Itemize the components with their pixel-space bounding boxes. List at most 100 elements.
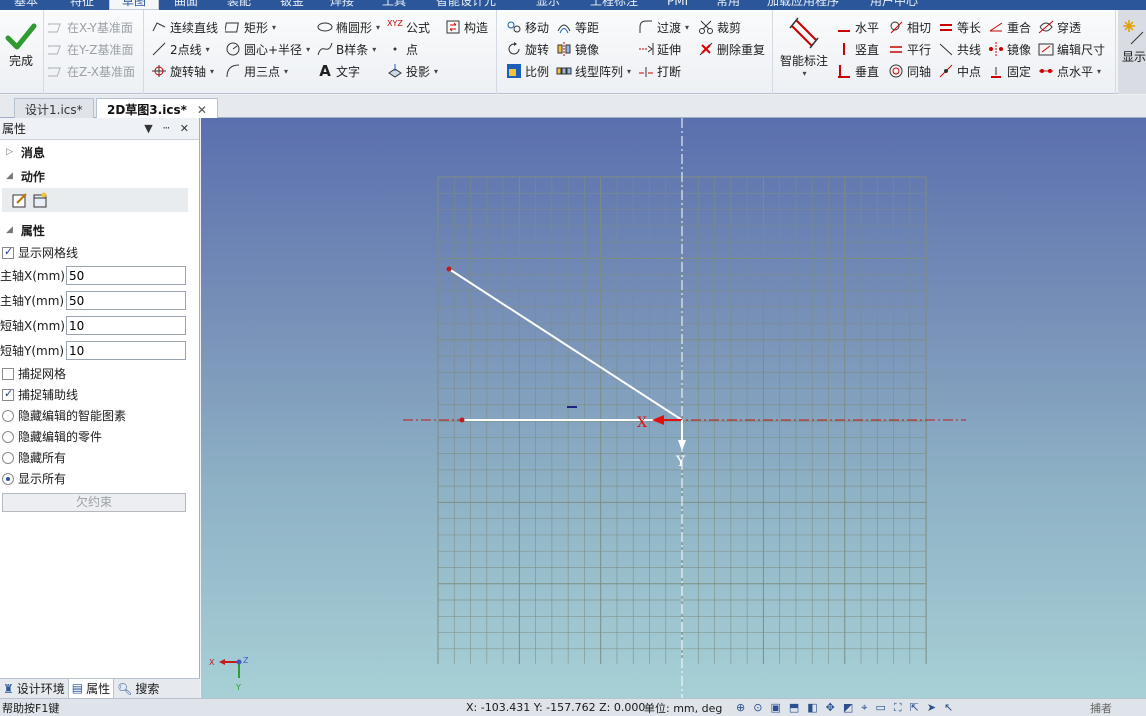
show-button[interactable]: 显示 — [1122, 18, 1146, 65]
scale-button[interactable]: 比例 — [506, 61, 549, 81]
checkbox-checked[interactable] — [2, 245, 14, 259]
radio-button[interactable] — [2, 430, 14, 443]
formula-button[interactable]: XYZ 公式 — [387, 17, 430, 37]
radio-button[interactable] — [2, 451, 14, 464]
edit-dimension-button[interactable]: 编辑尺寸 — [1038, 39, 1105, 59]
display-mode-icon[interactable]: ▭ — [875, 701, 885, 715]
render-mode-icon[interactable]: ◧ — [807, 701, 817, 715]
minor-y-input[interactable] — [66, 341, 186, 360]
shade-icon[interactable]: ◩ — [843, 701, 853, 715]
pierce-constraint-button[interactable]: 穿透 — [1038, 17, 1081, 37]
mirror-constraint-button[interactable]: 镜像 — [988, 39, 1031, 59]
select-icon[interactable]: ⇱ — [910, 701, 919, 715]
menu-tab-basic[interactable]: 基本 — [14, 0, 38, 10]
menu-tab-addins[interactable]: 加载应用程序 — [767, 0, 839, 10]
zoom-icon[interactable]: ⊕ — [736, 701, 745, 715]
sketch-endpoint[interactable] — [446, 266, 452, 272]
snap-pointer-icon[interactable]: ↖ — [944, 701, 953, 715]
fix-constraint-button[interactable]: 固定 — [988, 61, 1031, 81]
three-point-arc-button[interactable]: 用三点 ▾ — [225, 61, 288, 81]
smart-dimension-button[interactable]: 智能标注 ▾ — [780, 16, 828, 78]
rectangle-button[interactable]: 矩形 ▾ — [224, 17, 276, 37]
sketch-canvas[interactable]: X Y X Z Y — [201, 118, 1146, 698]
menu-tab-tools[interactable]: 工具 — [382, 0, 406, 10]
pan-icon[interactable]: ✥ — [826, 701, 835, 715]
sketch-line-diagonal[interactable] — [448, 268, 683, 421]
tab-search[interactable]: 🔍︎ 搜索 — [114, 679, 162, 699]
menu-tab-annotation[interactable]: 工程标注 — [590, 0, 638, 10]
datum-zx-button[interactable]: 在Z-X基准面 — [44, 61, 135, 81]
major-y-input[interactable] — [66, 291, 186, 310]
tab-design-environment[interactable]: ♜ 设计环境 — [0, 679, 68, 699]
snap-aux-line-checkbox[interactable]: 捕捉辅助线 — [0, 384, 199, 405]
polyline-button[interactable]: 连续直线 — [151, 17, 218, 37]
trim-button[interactable]: 裁剪 — [698, 17, 741, 37]
pin-icon[interactable]: ⵈ — [163, 122, 170, 135]
pointer-icon[interactable]: ➤ — [927, 701, 936, 715]
horizontal-constraint-button[interactable]: 水平 — [836, 17, 879, 37]
menu-tab-pmi[interactable]: PMI — [667, 0, 688, 10]
section-properties[interactable]: ◢ 属性 — [0, 218, 199, 242]
delete-duplicate-button[interactable]: 删除重复 — [698, 39, 765, 59]
measure-icon[interactable]: ⌖ — [861, 701, 867, 715]
sketch-settings-icon[interactable] — [32, 192, 48, 208]
finish-button[interactable]: 完成 — [4, 22, 38, 69]
underconstrained-button[interactable]: 欠约束 — [2, 493, 186, 512]
coincident-constraint-button[interactable]: 重合 — [988, 17, 1031, 37]
sketch-viewport[interactable]: X Y X Z Y — [201, 118, 1146, 698]
perpendicular-constraint-button[interactable]: 垂直 — [836, 61, 879, 81]
tangent-constraint-button[interactable]: 相切 — [888, 17, 931, 37]
radio-hide-smart-elements[interactable]: 隐藏编辑的智能图素 — [0, 405, 199, 426]
equal-length-constraint-button[interactable]: 等长 — [938, 17, 981, 37]
break-button[interactable]: 打断 — [638, 61, 681, 81]
two-point-line-button[interactable]: 2点线 ▾ — [151, 39, 210, 59]
doc-tab-design1[interactable]: 设计1.ics* — [14, 98, 94, 118]
collinear-constraint-button[interactable]: 共线 — [938, 39, 981, 59]
parallel-constraint-button[interactable]: 平行 — [888, 39, 931, 59]
bspline-button[interactable]: B样条 ▾ — [317, 39, 376, 59]
linear-array-button[interactable]: 线型阵列 ▾ — [556, 61, 631, 81]
center-radius-button[interactable]: 圆心+半径 ▾ — [225, 39, 310, 59]
move-button[interactable]: 移动 — [506, 17, 549, 37]
radio-hide-edited-part[interactable]: 隐藏编辑的零件 — [0, 426, 199, 447]
point-button[interactable]: 点 — [387, 39, 418, 59]
concentric-constraint-button[interactable]: 同轴 — [888, 61, 931, 81]
tab-properties[interactable]: ▤ 属性 — [67, 678, 115, 699]
datum-yz-button[interactable]: 在Y-Z基准面 — [44, 39, 133, 59]
section-messages[interactable]: ▷ 消息 — [0, 140, 199, 164]
text-button[interactable]: A 文字 — [317, 61, 360, 81]
menu-tab-display[interactable]: 显示 — [536, 0, 560, 10]
menu-tab-common[interactable]: 常用 — [716, 0, 740, 10]
extend-button[interactable]: 延伸 — [638, 39, 681, 59]
radio-button[interactable] — [2, 409, 14, 422]
radio-hide-all[interactable]: 隐藏所有 — [0, 447, 199, 468]
snap-grid-checkbox[interactable]: 捕捉网格 — [0, 363, 199, 384]
rotate-axis-button[interactable]: 旋转轴 ▾ — [151, 61, 214, 81]
close-icon[interactable]: ✕ — [180, 122, 189, 135]
menu-tab-assembly[interactable]: 装配 — [227, 0, 251, 10]
section-actions[interactable]: ◢ 动作 — [0, 164, 199, 188]
radio-button-selected[interactable] — [2, 472, 14, 485]
construct-button[interactable]: 构造 — [445, 17, 488, 37]
menu-tab-surface[interactable]: 曲面 — [174, 0, 198, 10]
radio-show-all[interactable]: 显示所有 — [0, 468, 199, 489]
view-cube-icon[interactable]: ▣ — [770, 701, 780, 715]
zoom-window-icon[interactable]: ⊙ — [753, 701, 762, 715]
orientation-icon[interactable]: ⬒ — [789, 701, 799, 715]
sketch-endpoint[interactable] — [459, 417, 465, 423]
show-grid-checkbox[interactable]: 显示网格线 — [0, 242, 199, 263]
offset-button[interactable]: 等距 — [556, 17, 599, 37]
minor-x-input[interactable] — [66, 316, 186, 335]
projection-button[interactable]: 投影 ▾ — [387, 61, 438, 81]
menu-tab-smart-design[interactable]: 智能设计元 — [436, 0, 496, 10]
checkbox-checked[interactable] — [2, 387, 14, 401]
edit-sketch-icon[interactable] — [12, 192, 28, 208]
point-horizontal-button[interactable]: 点水平 ▾ — [1038, 61, 1101, 81]
menu-tab-weld[interactable]: 焊接 — [330, 0, 354, 10]
fillet-button[interactable]: 过渡 ▾ — [638, 17, 689, 37]
rotate-button[interactable]: 旋转 — [506, 39, 549, 59]
major-x-input[interactable] — [66, 266, 186, 285]
doc-tab-sketch3[interactable]: 2D草图3.ics* ✕ — [96, 98, 218, 118]
ellipse-button[interactable]: 椭圆形 ▾ — [317, 17, 380, 37]
menu-tab-sketch[interactable]: 草图 — [109, 0, 160, 10]
